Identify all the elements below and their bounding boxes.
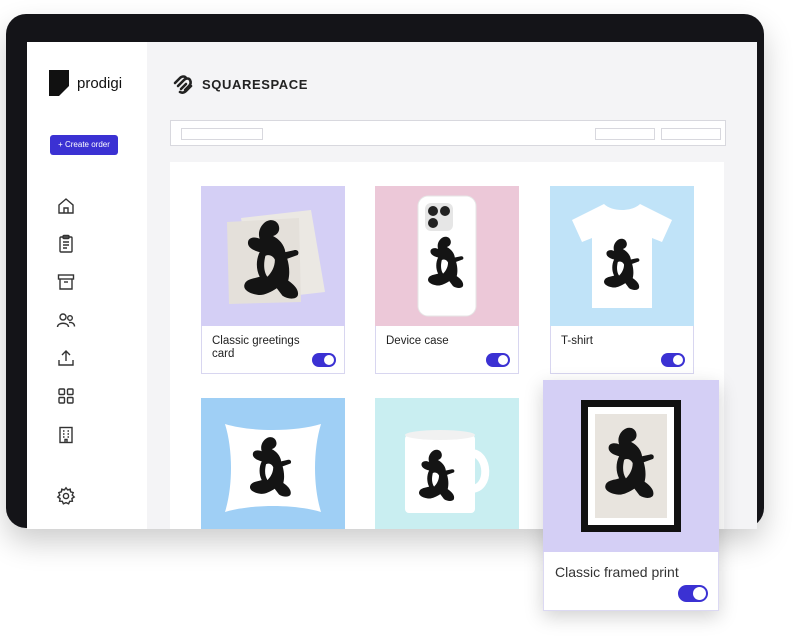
cushion-illustration xyxy=(225,424,321,512)
squarespace-logo-icon xyxy=(173,75,193,94)
product-image xyxy=(375,186,519,326)
archive-icon[interactable] xyxy=(56,272,76,292)
product-card-mug[interactable] xyxy=(375,398,519,529)
gear-icon[interactable] xyxy=(56,486,76,506)
app-name: prodigi xyxy=(77,74,123,92)
product-card-t-shirt[interactable]: T-shirt xyxy=(550,186,694,374)
sidebar: prodigi + Create order xyxy=(27,42,147,529)
upload-icon[interactable] xyxy=(56,348,76,368)
prodigi-logo-icon xyxy=(49,70,69,96)
product-image xyxy=(375,398,519,529)
filter-dropdown[interactable] xyxy=(595,128,655,140)
search-input[interactable] xyxy=(181,128,263,140)
phone-case-illustration xyxy=(417,195,477,317)
product-toggle[interactable] xyxy=(486,353,510,367)
mug-illustration xyxy=(405,430,490,513)
clipboard-icon[interactable] xyxy=(56,234,76,254)
sort-dropdown[interactable] xyxy=(661,128,721,140)
featured-product-name: Classic framed print xyxy=(555,564,679,580)
featured-product-card[interactable]: Classic framed print xyxy=(543,380,719,611)
product-name: Device case xyxy=(386,335,449,347)
product-card-device-case[interactable]: Device case xyxy=(375,186,519,374)
featured-product-image xyxy=(543,380,719,552)
product-name: T-shirt xyxy=(561,335,593,347)
product-image xyxy=(201,398,345,529)
t-shirt-illustration xyxy=(572,204,672,308)
product-name: Classic greetings card xyxy=(212,335,300,360)
framed-print-illustration xyxy=(581,400,681,532)
brand-name: SQUARESPACE xyxy=(202,76,309,92)
product-image xyxy=(201,186,345,326)
create-order-button[interactable]: + Create order xyxy=(50,135,118,155)
product-toggle[interactable] xyxy=(312,353,336,367)
grid-icon[interactable] xyxy=(56,386,76,406)
users-icon[interactable] xyxy=(56,310,76,330)
integration-brand: SQUARESPACE xyxy=(171,74,308,94)
product-image xyxy=(550,186,694,326)
product-toggle[interactable] xyxy=(661,353,685,367)
app-logo[interactable]: prodigi xyxy=(49,70,122,96)
filter-toolbar xyxy=(170,120,726,146)
building-icon[interactable] xyxy=(56,425,76,445)
product-card-cushion[interactable] xyxy=(201,398,345,529)
greeting-card-illustration xyxy=(227,210,325,304)
product-card-greetings-card[interactable]: Classic greetings card xyxy=(201,186,345,374)
home-icon[interactable] xyxy=(56,196,76,216)
featured-product-toggle[interactable] xyxy=(678,585,708,602)
